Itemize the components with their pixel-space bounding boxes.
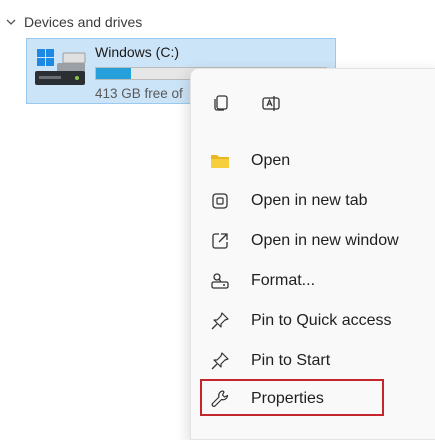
drive-usage-fill	[96, 68, 131, 79]
copy-button[interactable]	[207, 89, 235, 117]
menu-item-label: Open	[251, 152, 291, 169]
folder-icon	[209, 150, 231, 172]
drive-free-space: 413 GB free of	[95, 86, 183, 101]
rename-icon	[262, 96, 280, 111]
new-tab-icon	[209, 190, 231, 212]
menu-item-label: Format...	[251, 272, 316, 289]
devices-and-drives-header[interactable]: Devices and drives	[6, 12, 142, 32]
menu-item-format[interactable]: Format...	[199, 263, 429, 299]
menu-item-label: Open in new tab	[251, 192, 368, 209]
format-icon	[209, 270, 231, 292]
copy-icon	[214, 95, 228, 111]
menu-item-label: Pin to Start	[251, 352, 331, 369]
menu-item-open-new-window[interactable]: Open in new window	[199, 223, 429, 259]
rename-button[interactable]	[257, 89, 285, 117]
menu-item-label: Open in new window	[251, 232, 399, 249]
menu-item-label: Pin to Quick access	[251, 312, 392, 329]
pin-icon	[209, 310, 231, 332]
quick-action-row	[191, 69, 435, 137]
menu-item-open-new-tab[interactable]: Open in new tab	[199, 183, 429, 219]
menu-item-open[interactable]: Open	[199, 143, 429, 179]
section-title: Devices and drives	[24, 14, 143, 30]
new-window-icon	[209, 230, 231, 252]
hard-drive-icon	[35, 49, 86, 85]
properties-highlight-annotation	[200, 379, 384, 416]
pin-icon	[209, 350, 231, 372]
menu-item-pin-quick-access[interactable]: Pin to Quick access	[199, 303, 429, 339]
menu-item-pin-start[interactable]: Pin to Start	[199, 343, 429, 379]
chevron-down-icon[interactable]	[6, 17, 16, 27]
drive-name: Windows (C:)	[95, 44, 180, 60]
